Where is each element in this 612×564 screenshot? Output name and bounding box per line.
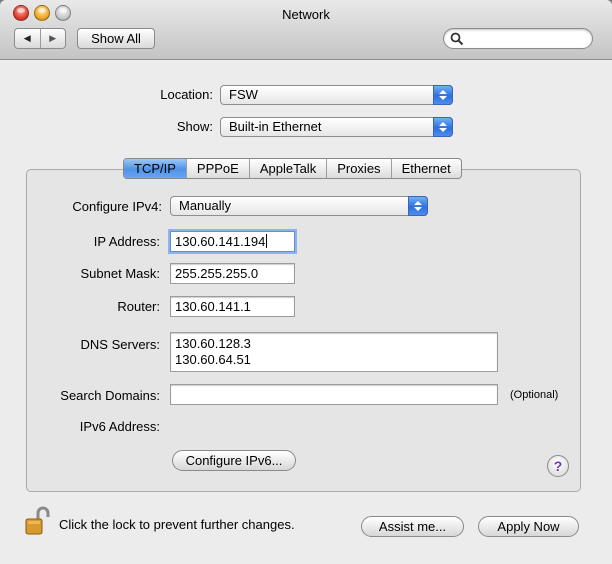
tab-ethernet[interactable]: Ethernet	[392, 159, 461, 178]
configure-ipv6-button[interactable]: Configure IPv6...	[172, 450, 296, 471]
back-forward-control: ◀ ▶	[14, 28, 66, 49]
lock-icon[interactable]	[24, 506, 52, 536]
show-all-button[interactable]: Show All	[77, 28, 155, 49]
ip-address-field[interactable]: 130.60.141.194	[170, 231, 295, 252]
search-domains-label: Search Domains:	[60, 388, 160, 403]
tab-appletalk[interactable]: AppleTalk	[250, 159, 328, 178]
assist-me-button[interactable]: Assist me...	[361, 516, 464, 537]
show-label: Show:	[176, 119, 213, 134]
search-field[interactable]	[443, 28, 593, 49]
tab-tcpip[interactable]: TCP/IP	[124, 159, 187, 178]
dns-server-entry: 130.60.128.3	[175, 336, 251, 351]
popup-arrows-icon	[433, 117, 453, 137]
tab-proxies[interactable]: Proxies	[327, 159, 392, 178]
location-value: FSW	[229, 87, 258, 102]
router-label: Router:	[117, 299, 160, 314]
show-popup[interactable]: Built-in Ethernet	[220, 117, 453, 137]
optional-hint: (Optional)	[510, 389, 559, 401]
subnet-mask-label: Subnet Mask:	[80, 266, 161, 281]
dns-server-entry: 130.60.64.51	[175, 352, 251, 367]
subnet-mask-field[interactable]: 255.255.255.0	[170, 263, 295, 284]
window-title: Network	[282, 7, 330, 22]
popup-arrows-icon	[408, 196, 428, 216]
forward-arrow-icon[interactable]: ▶	[41, 29, 66, 48]
help-button[interactable]: ?	[547, 455, 569, 477]
configure-ipv4-label: Configure IPv4:	[72, 199, 162, 214]
ip-address-label: IP Address:	[93, 234, 160, 249]
tab-pppoe[interactable]: PPPoE	[187, 159, 250, 178]
search-icon	[450, 32, 464, 46]
ip-address-value: 130.60.141.194	[175, 234, 266, 249]
settings-panel	[26, 169, 581, 492]
configure-ipv4-popup[interactable]: Manually	[170, 196, 428, 216]
router-field[interactable]: 130.60.141.1	[170, 296, 295, 317]
configure-ipv4-value: Manually	[179, 198, 232, 213]
location-label: Location:	[160, 87, 213, 102]
dns-servers-label: DNS Servers:	[80, 337, 160, 352]
text-caret	[266, 234, 268, 248]
search-domains-field[interactable]	[170, 384, 498, 405]
ipv6-address-label: IPv6 Address:	[79, 419, 160, 434]
popup-arrows-icon	[433, 85, 453, 105]
location-popup[interactable]: FSW	[220, 85, 453, 105]
lock-message: Click the lock to prevent further change…	[59, 517, 295, 532]
back-arrow-icon[interactable]: ◀	[15, 29, 41, 48]
tab-bar: TCP/IP PPPoE AppleTalk Proxies Ethernet	[123, 158, 462, 179]
apply-now-button[interactable]: Apply Now	[478, 516, 579, 537]
show-value: Built-in Ethernet	[229, 119, 322, 134]
title-bar[interactable]: Network ◀ ▶ Show All	[0, 0, 612, 60]
network-preferences-window: Network ◀ ▶ Show All Location: FSW Show:…	[0, 0, 612, 564]
dns-servers-field[interactable]: 130.60.128.3 130.60.64.51	[170, 332, 498, 372]
